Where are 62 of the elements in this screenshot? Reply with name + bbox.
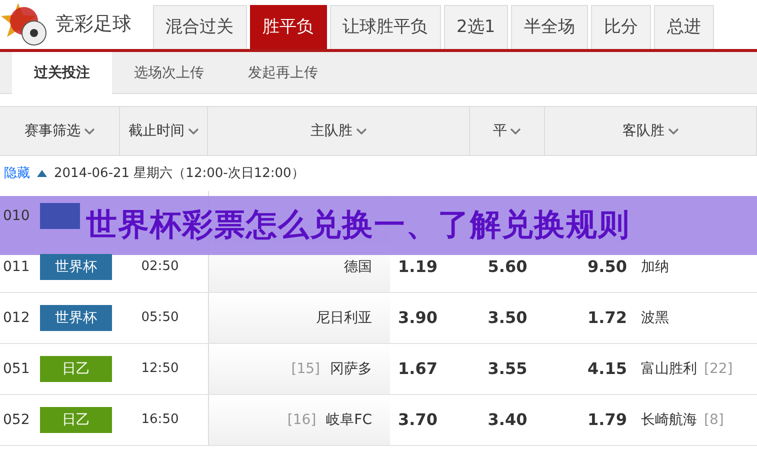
team-rank: [22] <box>704 360 733 378</box>
match-number: 011 <box>2 258 31 276</box>
column-header[interactable]: 赛事筛选 <box>0 107 120 155</box>
home-odds[interactable]: 3.70 <box>398 408 438 432</box>
away-team: 长崎航海 <box>641 410 697 430</box>
tab[interactable]: 让球胜平负 <box>330 5 440 49</box>
tab[interactable]: 半全场 <box>511 5 588 49</box>
chevron-down-icon <box>510 128 522 134</box>
kickoff-time: 05:50 <box>141 310 179 326</box>
home-team: 德国 <box>344 258 372 276</box>
chevron-down-icon <box>188 128 199 134</box>
match-number: 051 <box>2 360 31 378</box>
column-header[interactable]: 主队胜 <box>208 107 470 155</box>
away-odds[interactable]: 4.15 <box>588 357 627 381</box>
home-odds[interactable]: 1.19 <box>398 255 438 279</box>
date-text: 2014-06-21 星期六（12:00-次日12:00） <box>54 164 304 183</box>
away-odds[interactable]: 9.50 <box>588 255 627 279</box>
league-badge: 世界杯 <box>40 254 112 280</box>
tab[interactable]: 比分 <box>591 5 652 49</box>
home-odds[interactable]: 3.90 <box>398 306 438 330</box>
chevron-down-icon <box>356 128 367 134</box>
team-rank: [16] <box>287 410 316 430</box>
column-header[interactable]: 平 <box>470 107 545 155</box>
draw-odds[interactable]: 3.50 <box>488 306 528 330</box>
away-odds[interactable]: 1.72 <box>588 306 627 330</box>
tab[interactable]: 2选1 <box>444 5 508 49</box>
column-header[interactable]: 截止时间 <box>120 107 208 155</box>
match-number: 010 <box>2 206 31 226</box>
away-team: 波黑 <box>641 308 669 328</box>
kickoff-time: 02:50 <box>141 259 179 274</box>
team-rank: [15] <box>291 360 320 378</box>
kickoff-time: 12:50 <box>141 361 179 376</box>
team-rank: [8] <box>704 410 724 430</box>
hide-link[interactable]: 隐藏 <box>4 164 30 184</box>
home-team: 岐阜FC <box>326 410 372 430</box>
banner-title: 世界杯彩票怎么兑换一、了解兑换规则 <box>86 206 630 246</box>
league-badge: 世界杯 <box>40 305 112 331</box>
home-odds[interactable]: 1.67 <box>398 357 438 381</box>
triangle-up-icon <box>37 170 47 177</box>
tab[interactable]: 混合过关 <box>152 5 246 49</box>
sub-tab[interactable]: 选场次上传 <box>112 52 226 94</box>
chevron-down-icon <box>84 128 95 134</box>
match-number: 052 <box>2 410 31 430</box>
home-team: 冈萨多 <box>330 360 372 378</box>
draw-odds[interactable]: 3.40 <box>488 408 528 432</box>
draw-odds[interactable]: 5.60 <box>488 255 528 279</box>
sub-tab[interactable]: 发起再上传 <box>226 52 340 94</box>
away-odds[interactable]: 1.79 <box>588 408 627 432</box>
draw-odds[interactable]: 3.55 <box>488 357 528 381</box>
kickoff-time: 16:50 <box>141 412 179 428</box>
sub-tab[interactable]: 过关投注 <box>12 52 112 94</box>
league-badge: 日乙 <box>40 356 112 382</box>
column-header[interactable]: 客队胜 <box>545 107 757 155</box>
chevron-down-icon <box>668 128 679 134</box>
away-team: 富山胜利 <box>641 360 697 378</box>
tab[interactable]: 总进 <box>654 5 714 49</box>
away-team: 加纳 <box>641 258 669 276</box>
league-badge: 日乙 <box>40 407 112 433</box>
match-number: 012 <box>2 308 31 328</box>
logo-text: 竞彩足球 <box>56 12 132 38</box>
tab[interactable]: 胜平负 <box>250 5 326 49</box>
home-team: 尼日利亚 <box>316 308 372 328</box>
